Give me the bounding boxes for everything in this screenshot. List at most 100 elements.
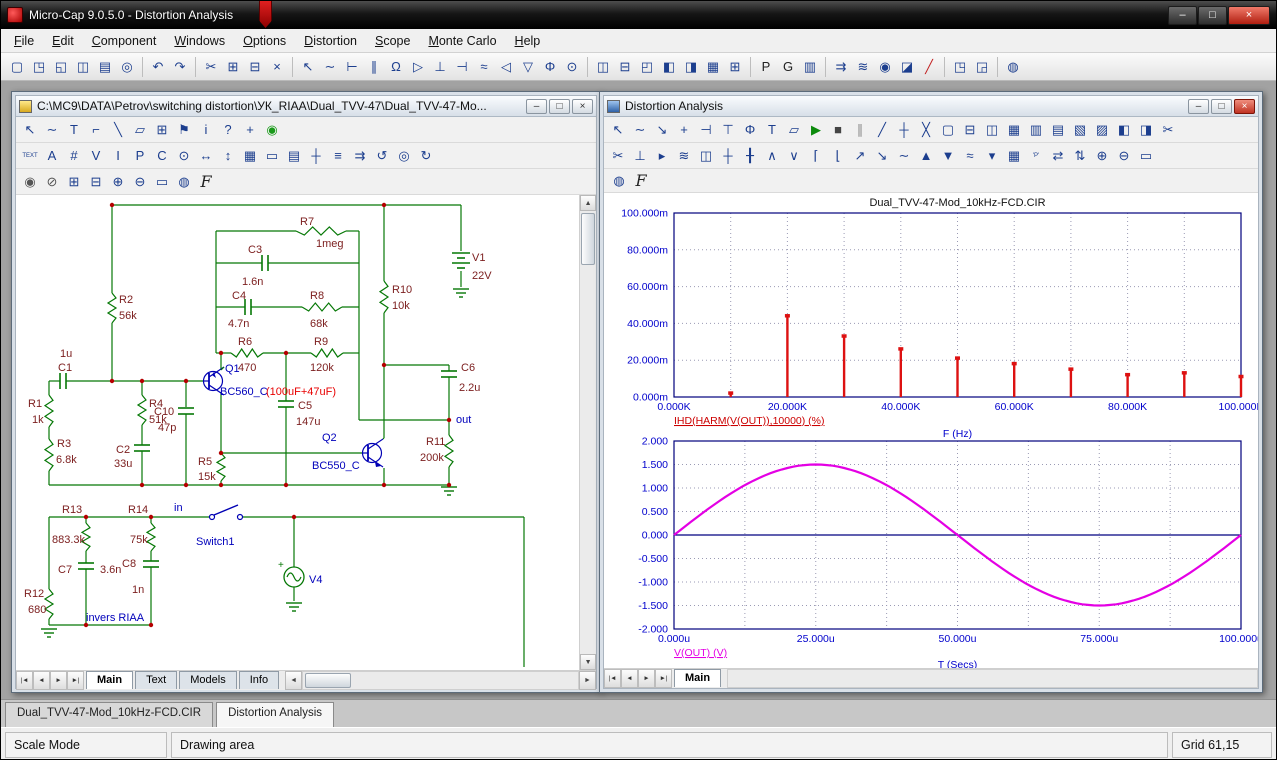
- component-label[interactable]: 1k: [32, 414, 44, 426]
- probe-letter-button[interactable]: P: [755, 56, 777, 78]
- select-mode-button[interactable]: ↖: [297, 56, 319, 78]
- anchor-cursors-button[interactable]: ⊥: [629, 145, 651, 167]
- component-label[interactable]: Q1: [225, 363, 240, 375]
- stop-button[interactable]: ■: [827, 119, 849, 141]
- component-label[interactable]: out: [456, 414, 471, 426]
- text-mode-button[interactable]: T: [761, 119, 783, 141]
- schematic-next-page-button[interactable]: ►: [50, 671, 67, 690]
- text-display-button[interactable]: TEXT: [19, 145, 41, 167]
- on-off-toggle-button[interactable]: ⊙: [173, 145, 195, 167]
- component-label[interactable]: 120k: [310, 362, 334, 374]
- component-label[interactable]: C5: [298, 400, 312, 412]
- menu-options[interactable]: Options: [234, 31, 295, 51]
- label-mode-button[interactable]: 'P': [1025, 145, 1047, 167]
- component-label[interactable]: 4.7n: [228, 318, 249, 330]
- plot-tab-main[interactable]: Main: [674, 669, 721, 687]
- calculator-button[interactable]: ⊞: [724, 56, 746, 78]
- component-label[interactable]: 1u: [60, 348, 72, 360]
- component-label[interactable]: 3.6n: [100, 564, 121, 576]
- document-tab[interactable]: Distortion Analysis: [216, 702, 334, 727]
- performance-tag-button[interactable]: Φ: [739, 119, 761, 141]
- zoom-area-button[interactable]: ▭: [1135, 145, 1157, 167]
- analysis-close-button[interactable]: ×: [1234, 99, 1255, 114]
- component-label[interactable]: R11: [426, 436, 445, 448]
- component-label[interactable]: C3: [248, 244, 262, 256]
- minimize-button[interactable]: –: [1168, 6, 1197, 25]
- schematic-prev-page-button[interactable]: ◄: [33, 671, 50, 690]
- panel-split-h-button[interactable]: ⊟: [959, 119, 981, 141]
- analysis-plots[interactable]: Dual_TVV-47-Mod_10kHz-FCD.CIR100.000m80.…: [604, 193, 1258, 668]
- component-label[interactable]: R2: [119, 294, 133, 306]
- paste-button[interactable]: ⊟: [244, 56, 266, 78]
- graphics-mode-button[interactable]: ∼: [629, 119, 651, 141]
- component-label[interactable]: in: [174, 502, 183, 514]
- window-view-a-button[interactable]: ◳: [949, 56, 971, 78]
- valley-button[interactable]: ∨: [783, 145, 805, 167]
- zoom-in-button[interactable]: ⊕: [107, 171, 129, 193]
- component-label[interactable]: 75k: [130, 534, 148, 546]
- columns-4-button[interactable]: ▨: [1091, 119, 1113, 141]
- component-pnp-button[interactable]: ▽: [517, 56, 539, 78]
- component-label[interactable]: BC560_C: [220, 386, 268, 398]
- properties-button[interactable]: ≡: [327, 145, 349, 167]
- save-file-button[interactable]: ◱: [50, 56, 72, 78]
- app-icon[interactable]: [7, 7, 23, 23]
- split-vertical-button[interactable]: ◨: [680, 56, 702, 78]
- graphics-mode-button[interactable]: ▱: [129, 119, 151, 141]
- columns-1-button[interactable]: ▥: [1025, 119, 1047, 141]
- flag-mode-button[interactable]: ⚑: [173, 119, 195, 141]
- scale-mode-button[interactable]: ↘: [651, 119, 673, 141]
- component-label[interactable]: 6.8k: [56, 454, 77, 466]
- component-battery-button[interactable]: ⊣: [451, 56, 473, 78]
- component-label[interactable]: 56k: [119, 310, 137, 322]
- component-label[interactable]: 470: [238, 362, 256, 374]
- peak-button[interactable]: ∧: [761, 145, 783, 167]
- scrollbar-track[interactable]: [580, 211, 596, 654]
- component-label[interactable]: C10: [154, 406, 174, 418]
- component-label[interactable]: R3: [57, 438, 71, 450]
- find-button[interactable]: ◎: [393, 145, 415, 167]
- point-tag-mode-button[interactable]: +: [239, 119, 261, 141]
- disable-mode-button[interactable]: ⊘: [41, 171, 63, 193]
- schematic-first-page-button[interactable]: |◄: [16, 671, 33, 690]
- component-label[interactable]: R10: [392, 284, 412, 296]
- component-label[interactable]: BC550_C: [312, 460, 360, 472]
- document-tab[interactable]: Dual_TVV-47-Mod_10kHz-FCD.CIR: [5, 702, 213, 727]
- schematic-close-button[interactable]: ×: [572, 99, 593, 114]
- global-low-button[interactable]: ▼: [937, 145, 959, 167]
- new-file-button[interactable]: ▢: [6, 56, 28, 78]
- inflection-button[interactable]: ∼: [893, 145, 915, 167]
- cut-button[interactable]: ✂: [200, 56, 222, 78]
- align-cursors-y-button[interactable]: ⇅: [1069, 145, 1091, 167]
- component-ground-button[interactable]: ⊥: [429, 56, 451, 78]
- component-label[interactable]: 15k: [198, 471, 216, 483]
- maximize-button[interactable]: □: [1198, 6, 1227, 25]
- component-label[interactable]: R6: [238, 336, 252, 348]
- sheet-tab-info[interactable]: Info: [239, 671, 279, 689]
- analysis-minimize-button[interactable]: –: [1188, 99, 1209, 114]
- cursor-mode-button[interactable]: +: [673, 119, 695, 141]
- component-sine-source-button[interactable]: ≈: [473, 56, 495, 78]
- component-label[interactable]: R9: [314, 336, 328, 348]
- cascade-windows-button[interactable]: ◰: [636, 56, 658, 78]
- save-as-button[interactable]: ◫: [72, 56, 94, 78]
- scrollbar-thumb[interactable]: [305, 673, 351, 688]
- analysis-last-page-button[interactable]: ►|: [655, 669, 672, 688]
- print-button[interactable]: ▤: [94, 56, 116, 78]
- pause-button[interactable]: ∥: [849, 119, 871, 141]
- power-button[interactable]: P: [129, 145, 151, 167]
- component-browser-button[interactable]: ⊞: [151, 119, 173, 141]
- tile-horizontal-button[interactable]: ⊟: [614, 56, 636, 78]
- schematic-minimize-button[interactable]: –: [526, 99, 547, 114]
- scrollbar-track[interactable]: [302, 671, 579, 690]
- component-label[interactable]: 47p: [158, 422, 176, 434]
- component-label[interactable]: invers RIAA: [86, 612, 145, 624]
- component-label[interactable]: 147u: [296, 416, 320, 428]
- component-label[interactable]: R13: [62, 504, 82, 516]
- component-label[interactable]: C6: [461, 362, 475, 374]
- line-mode-button[interactable]: ╱: [871, 119, 893, 141]
- stepping-button[interactable]: ⇉: [830, 56, 852, 78]
- align-cursors-x-button[interactable]: ⇄: [1047, 145, 1069, 167]
- scroll-left-button[interactable]: ◄: [285, 671, 302, 690]
- columns-3-button[interactable]: ▧: [1069, 119, 1091, 141]
